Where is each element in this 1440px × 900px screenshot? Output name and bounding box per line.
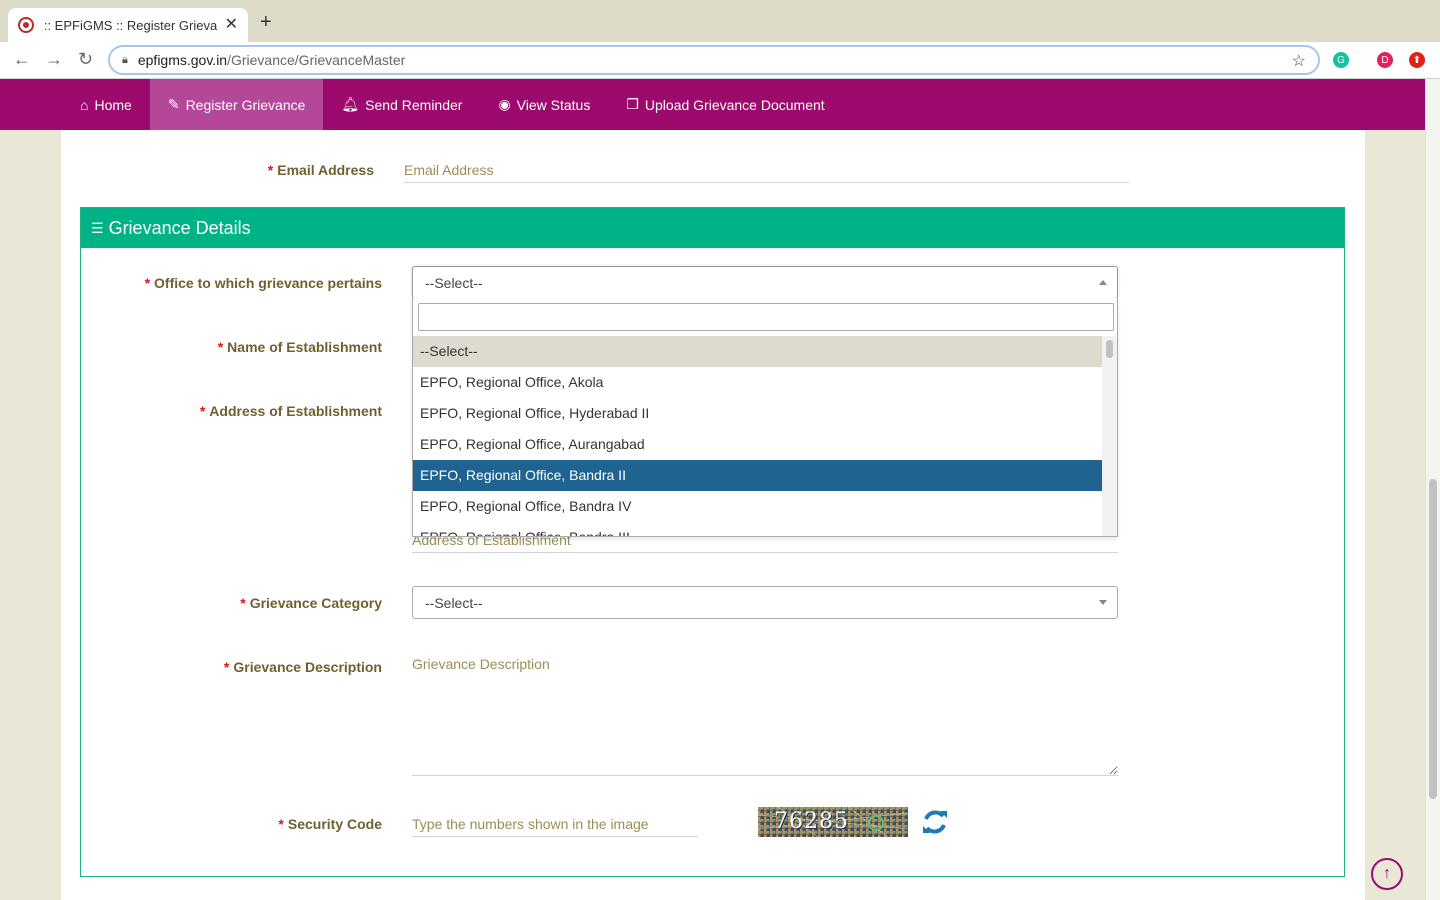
nav-register-label: Register Grievance (185, 96, 306, 113)
caret-up-icon (1099, 280, 1107, 285)
dropdown-search-input[interactable] (418, 303, 1114, 331)
nav-reminder-label: Send Reminder (365, 96, 463, 113)
office-select[interactable]: --Select-- (412, 266, 1118, 299)
nav-upload-document[interactable]: ❐ Upload Grievance Document (608, 79, 842, 130)
nav-upload-label: Upload Grievance Document (644, 96, 825, 113)
category-label: * Grievance Category (240, 595, 382, 611)
lock-icon: 🔒︎ (122, 53, 128, 66)
close-tab-icon[interactable]: ✕ (225, 17, 238, 33)
address-bar[interactable]: 🔒︎ epfigms.gov.in /Grievance/GrievanceMa… (108, 45, 1320, 75)
nav-send-reminder[interactable]: 🔔︎ Send Reminder (323, 79, 480, 130)
security-code-field[interactable] (412, 812, 698, 837)
dropdown-option[interactable]: EPFO, Regional Office, Bandra III (413, 522, 1103, 536)
security-label: * Security Code (278, 816, 382, 832)
dropdown-options: --Select-- EPFO, Regional Office, Akola … (413, 336, 1103, 536)
refresh-captcha-icon[interactable] (921, 808, 949, 836)
browser-tabbar: :: EPFiGMS :: Register Grievance ✕ + (0, 0, 1440, 42)
tab-title: :: EPFiGMS :: Register Grievance (43, 17, 217, 33)
browser-tab[interactable]: :: EPFiGMS :: Register Grievance ✕ (8, 8, 248, 42)
edit-icon: ✎ (167, 96, 180, 112)
back-to-top-button[interactable]: ↑ (1371, 858, 1403, 890)
office-dropdown: --Select-- EPFO, Regional Office, Akola … (412, 298, 1118, 537)
upload-extension-icon[interactable]: ⬆ (1409, 52, 1425, 68)
nav-status-label: View Status (516, 96, 591, 113)
arrow-up-icon: ↑ (1383, 865, 1391, 882)
reload-icon[interactable]: ↻ (78, 50, 93, 68)
dropdown-option[interactable]: EPFO, Regional Office, Aurangabad (413, 429, 1103, 460)
section-title: Grievance Details (108, 217, 251, 238)
browser-toolbar: ← → ↻ 🔒︎ epfigms.gov.in /Grievance/Griev… (0, 42, 1440, 79)
dropdown-option[interactable]: --Select-- (413, 336, 1103, 367)
nav-home-label: Home (94, 96, 132, 113)
list-icon: ☰ (91, 219, 104, 236)
office-select-value: --Select-- (425, 274, 483, 291)
eye-icon: ◉ (498, 96, 511, 112)
dropdown-option[interactable]: EPFO, Regional Office, Hyderabad II (413, 398, 1103, 429)
email-label: * Email Address (267, 162, 374, 178)
office-label: * Office to which grievance pertains (144, 275, 382, 291)
dropdown-scrollbar-thumb[interactable] (1106, 340, 1113, 358)
category-select-value: --Select-- (425, 594, 483, 611)
captcha-image: 76285 (758, 807, 908, 837)
page-scrollbar[interactable] (1425, 79, 1440, 900)
captcha-text: 76285 (774, 809, 849, 834)
chevron-down-icon (1099, 600, 1107, 605)
dropdown-scrollbar[interactable] (1102, 336, 1117, 536)
bell-icon: 🔔︎ (341, 96, 360, 112)
forward-icon[interactable]: → (45, 50, 63, 68)
back-icon[interactable]: ← (13, 50, 31, 68)
nav-view-status[interactable]: ◉ View Status (480, 79, 608, 130)
dropdown-option[interactable]: EPFO, Regional Office, Bandra IV (413, 491, 1103, 522)
section-header: ☰ Grievance Details (81, 208, 1344, 248)
grammarly-extension-icon[interactable]: G (1333, 52, 1349, 68)
bookmark-star-icon[interactable]: ☆ (1292, 51, 1306, 71)
establishment-name-label: * Name of Establishment (217, 339, 382, 355)
document-icon: ❐ (626, 96, 639, 112)
new-tab-icon[interactable]: + (260, 12, 272, 32)
nav-register-grievance[interactable]: ✎ Register Grievance (149, 79, 324, 130)
dropdown-option[interactable]: EPFO, Regional Office, Bandra II (413, 460, 1103, 491)
establishment-address-label: * Address of Establishment (199, 403, 382, 419)
category-select[interactable]: --Select-- (412, 586, 1118, 619)
email-field[interactable] (404, 158, 1129, 183)
site-favicon-icon (18, 17, 34, 33)
description-label: * Grievance Description (223, 659, 382, 675)
page-scrollbar-thumb[interactable] (1429, 479, 1437, 799)
nav-home[interactable]: ⌂ Home (62, 79, 150, 130)
main-navbar: ⌂ Home ✎ Register Grievance 🔔︎ Send Remi… (0, 79, 1425, 130)
home-icon: ⌂ (80, 96, 89, 113)
dropdown-option[interactable]: EPFO, Regional Office, Akola (413, 367, 1103, 398)
url-host: epfigms.gov.in (137, 52, 228, 68)
url-path: /Grievance/GrievanceMaster (227, 52, 406, 68)
description-field[interactable] (412, 652, 1118, 776)
profile-extension-icon[interactable]: D (1377, 52, 1393, 68)
